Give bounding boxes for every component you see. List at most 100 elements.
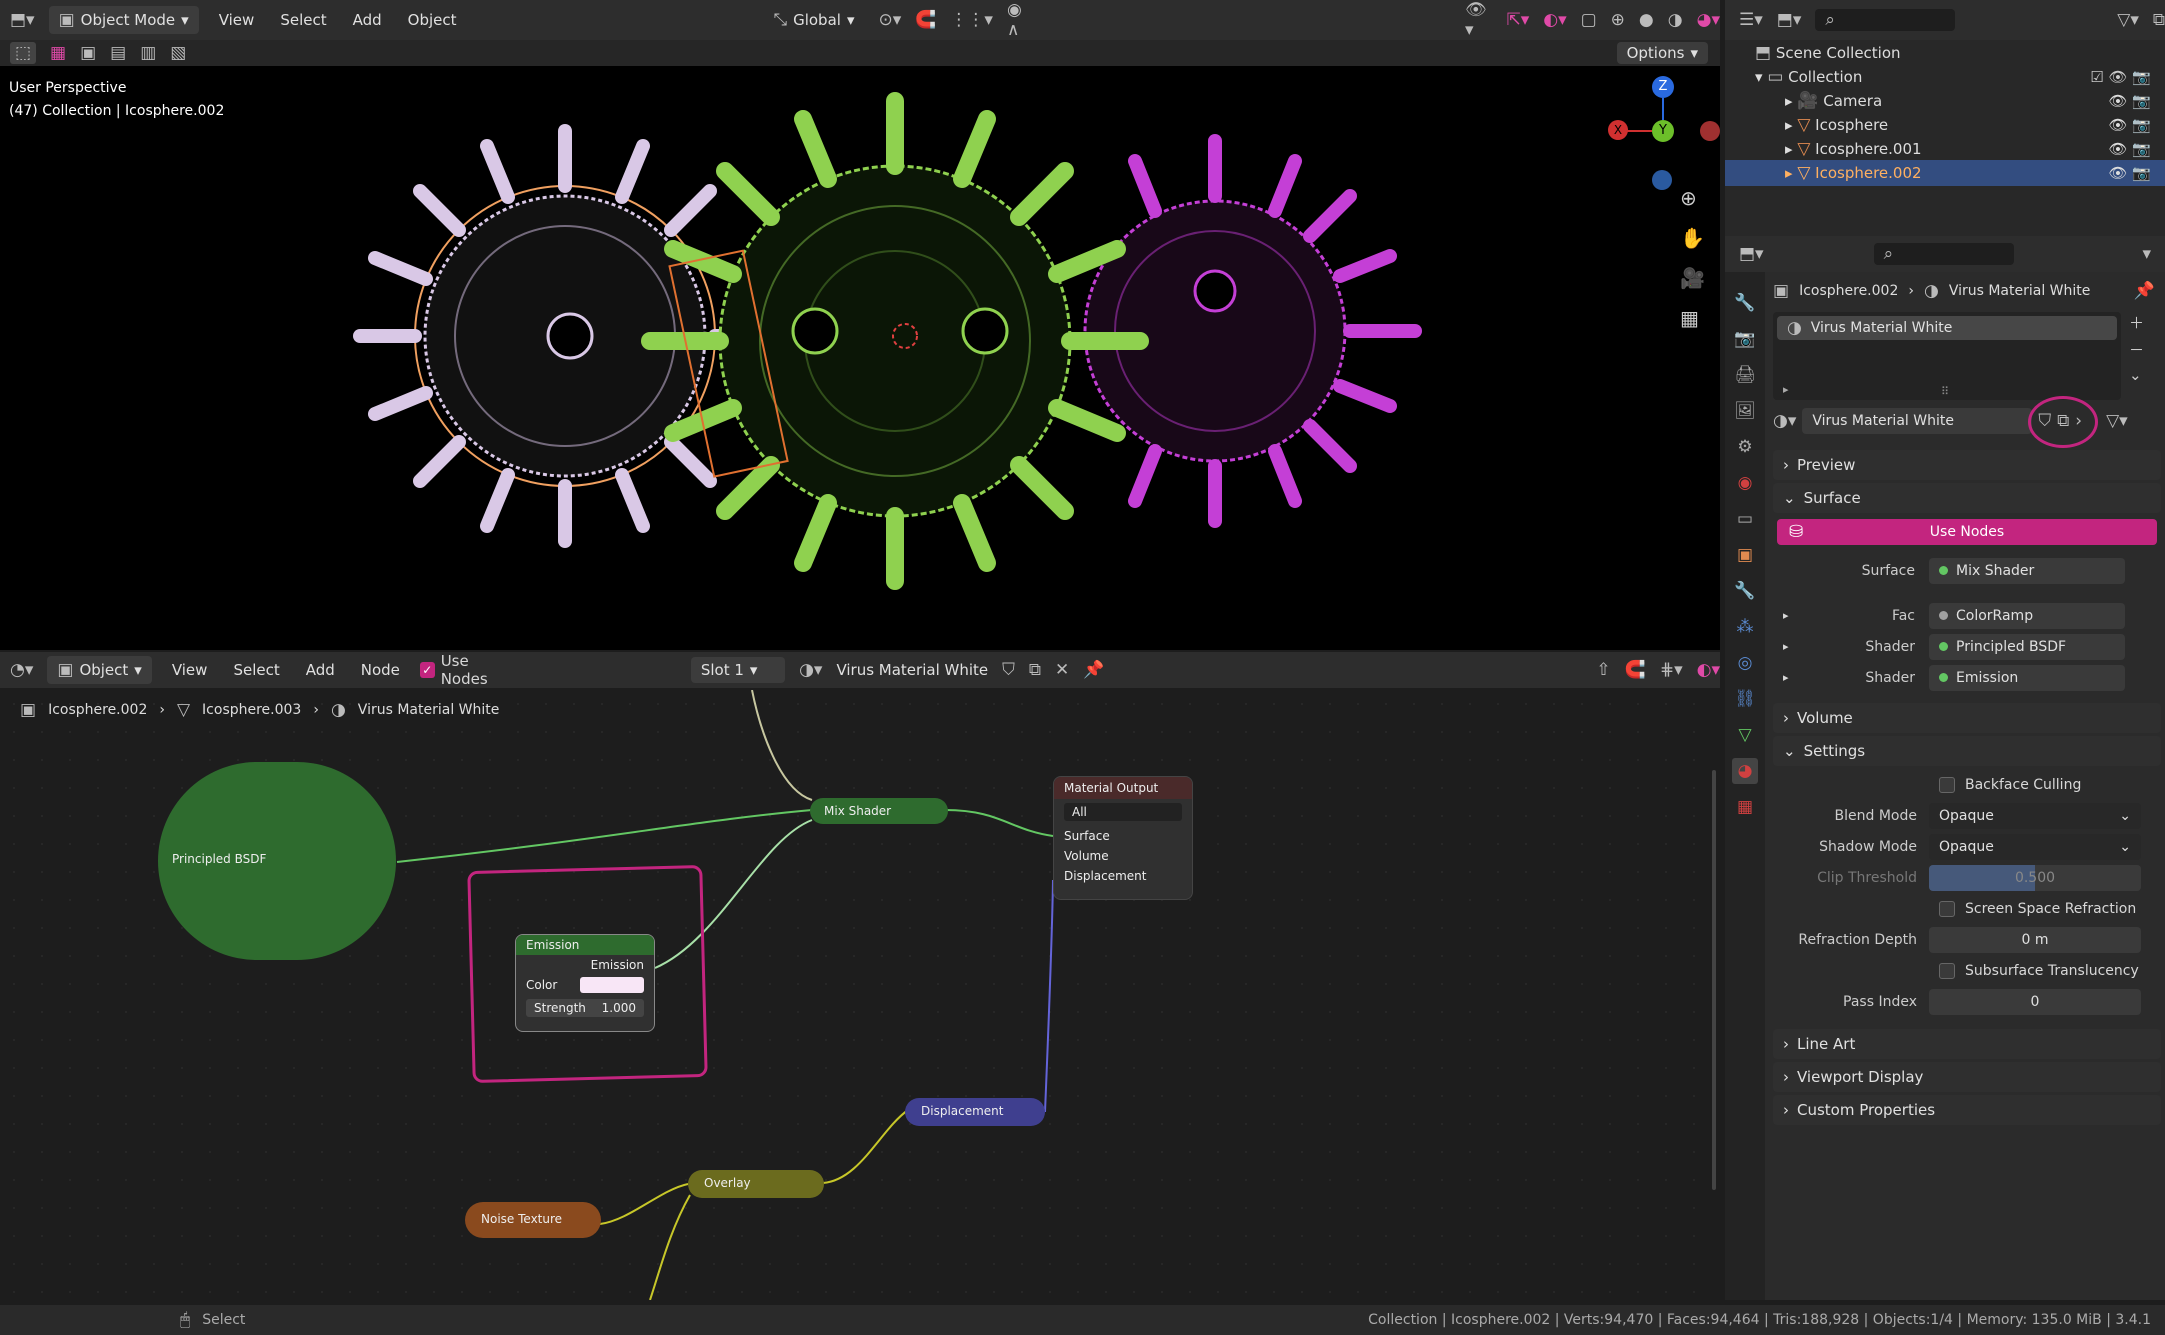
select-box-intersect-icon[interactable]: ▧ [170,43,186,63]
select-box-invert-icon[interactable]: ▥ [140,43,156,63]
use-nodes-toggle[interactable]: ✓ Use Nodes [419,652,514,688]
slot-specials-icon[interactable]: ⌄ [2129,366,2144,384]
node-context-dropdown[interactable]: ▣ Object ▾ [47,656,152,684]
slot-dropdown[interactable]: Slot 1 ▾ [690,657,786,683]
pan-hand-icon[interactable]: ✋ [1680,226,1705,250]
material-tab-icon[interactable]: ◕ [1732,758,1758,784]
editor-type-icon[interactable]: ⬒▾ [10,10,35,30]
node-menu-select[interactable]: Select [227,657,285,683]
list-resize-handle[interactable]: ⠿ [1941,385,1949,398]
emission-strength-field[interactable]: Strength 1.000 [526,999,644,1017]
scene-collection-row[interactable]: ⬒ Scene Collection [1725,40,2165,66]
gizmo-neg-x[interactable] [1700,121,1720,141]
remove-slot-icon[interactable]: － [2129,339,2144,360]
node-menu-add[interactable]: Add [300,657,341,683]
node-snap-icon[interactable]: 🧲 [1625,660,1646,680]
3d-viewport[interactable]: User Perspective (47) Collection | Icosp… [0,66,1720,650]
section-volume[interactable]: › Volume [1773,703,2161,733]
properties-options-icon[interactable]: ▾ [2142,244,2151,264]
node-material-output[interactable]: Material Output All Surface Volume Displ… [1053,776,1193,900]
shading-solid-icon[interactable]: ● [1639,10,1654,30]
icosphere-001-vis-icons[interactable]: 👁 📷 [2109,140,2152,158]
outliner-item-icosphere[interactable]: ▸ ▽ Icosphere 👁 📷 [1725,112,2165,138]
section-viewport-display[interactable]: › Viewport Display [1773,1062,2161,1092]
collection-vis-icons[interactable]: ☑ 👁 📷 [2090,68,2151,86]
output-tab-icon[interactable]: 🖨 [1732,362,1758,388]
backface-culling-checkbox[interactable]: Backface Culling [1773,769,2161,800]
outliner-search-input[interactable]: ⌕ [1815,9,1956,31]
icosphere-002-vis-icons[interactable]: 👁 📷 [2109,164,2152,182]
node-mix-shader[interactable]: Mix Shader [810,798,948,824]
shading-rendered-icon[interactable]: ◕▾ [1697,10,1720,30]
proportional-edit-icon[interactable]: ◉ ∧ [1007,0,1037,40]
node-overlay[interactable]: Overlay [688,1170,824,1198]
properties-search-input[interactable]: ⌕ [1873,243,2014,265]
node-emission[interactable]: Emission Emission Color Strength 1.000 [515,934,655,1032]
node-menu-view[interactable]: View [166,657,214,683]
collection-tab-icon[interactable]: ▭ [1732,506,1758,532]
shader2-field[interactable]: Emission [1929,664,2125,691]
menu-view[interactable]: View [213,7,261,33]
camera-view-icon[interactable]: 🎥 [1680,266,1705,290]
node-snap-target-icon[interactable]: ⋕▾ [1660,660,1683,680]
material-filter-icon[interactable]: ▽▾ [2106,411,2128,431]
render-tab-icon[interactable]: 📷 [1732,326,1758,352]
outliner-item-icosphere-002[interactable]: ▸ ▽ Icosphere.002 👁 📷 [1725,160,2165,186]
menu-select[interactable]: Select [274,7,332,33]
menu-object[interactable]: Object [402,7,463,33]
use-nodes-button[interactable]: ⛁ Use Nodes [1777,519,2157,545]
shading-wire-icon[interactable]: ⊕ [1611,10,1625,30]
section-preview[interactable]: › Preview [1773,450,2161,480]
select-box-extend-icon[interactable]: ▣ [80,43,96,63]
material-name-field[interactable]: Virus Material White [1802,408,2033,434]
fake-user-icon[interactable]: ⛉ [1002,660,1015,680]
add-slot-icon[interactable]: ＋ [2129,312,2144,333]
outliner-item-icosphere-001[interactable]: ▸ ▽ Icosphere.001 👁 📷 [1725,136,2165,162]
menu-add[interactable]: Add [347,7,388,33]
pass-index-field[interactable]: 0 [1929,988,2141,1015]
material-name-field[interactable]: Virus Material White [836,661,988,679]
section-custom-properties[interactable]: › Custom Properties [1773,1095,2161,1125]
outliner-item-camera[interactable]: ▸ 🎥 Camera 👁 📷 [1725,88,2165,114]
snap-target-icon[interactable]: ⋮⋮▾ [950,10,993,30]
camera-vis-icons[interactable]: 👁 📷 [2109,92,2152,110]
emission-color-swatch[interactable] [580,977,644,993]
object-tab-icon[interactable]: ▣ [1732,542,1758,568]
material-slot-item[interactable]: ◑ Virus Material White [1777,316,2117,340]
material-browse-icon[interactable]: ◑▾ [799,660,822,680]
duplicate-material-icon[interactable]: ⧉ [1029,660,1041,680]
parent-node-icon[interactable]: ⇧ [1596,660,1610,680]
navigation-gizmo[interactable]: Z Y X [1600,76,1720,196]
gizmo-z[interactable]: Z [1652,76,1674,98]
world-tab-icon[interactable]: ◉ [1732,470,1758,496]
section-settings[interactable]: ⌄ Settings [1773,736,2161,766]
snap-icon[interactable]: 🧲 [915,10,936,30]
node-menu-node[interactable]: Node [355,657,406,683]
output-target-dropdown[interactable]: All [1064,803,1182,821]
section-surface[interactable]: ⌄ Surface [1773,483,2161,513]
visibility-icon[interactable]: 👁▾ [1465,0,1492,40]
node-editor-type-icon[interactable]: ◔▾ [10,660,33,680]
section-line-art[interactable]: › Line Art [1773,1029,2161,1059]
collection-row[interactable]: ▾ ▭ Collection ☑ 👁 📷 [1725,64,2165,90]
material-slot-list[interactable]: ◑ Virus Material White ▸ ⠿ [1773,312,2121,400]
blend-mode-dropdown[interactable]: Opaque ⌄ [1929,802,2141,829]
node-noise-texture[interactable]: Noise Texture [465,1202,601,1238]
clip-threshold-slider[interactable]: 0.500 [1929,864,2141,891]
node-overlay-icon[interactable]: ◐▾ [1697,660,1720,680]
gizmo-x[interactable]: X [1608,120,1628,140]
unlink-material-icon[interactable]: ✕ [1055,660,1069,680]
options-dropdown[interactable]: Options ▾ [1616,42,1708,64]
browse-material-icon[interactable]: ◑▾ [1773,411,1796,431]
filter-icon[interactable]: ▽▾ [2117,10,2139,30]
node-editor-canvas[interactable]: ▣ Icosphere.002 › ▽ Icosphere.003 › ◑ Virus… [0,690,1720,1300]
pin-icon[interactable]: 📌 [2134,281,2155,301]
new-collection-icon[interactable]: ⧉ [2153,10,2165,30]
data-tab-icon[interactable]: ▽ [1732,722,1758,748]
shadow-mode-dropdown[interactable]: Opaque ⌄ [1929,833,2141,860]
select-box-new-icon[interactable]: ▦ [50,43,66,63]
node-principled-bsdf[interactable]: Principled BSDF [158,762,396,960]
list-expand-icon[interactable]: ▸ [1783,383,1789,396]
gizmo-y[interactable]: Y [1652,120,1674,142]
pin-icon[interactable]: 📌 [1083,660,1104,680]
